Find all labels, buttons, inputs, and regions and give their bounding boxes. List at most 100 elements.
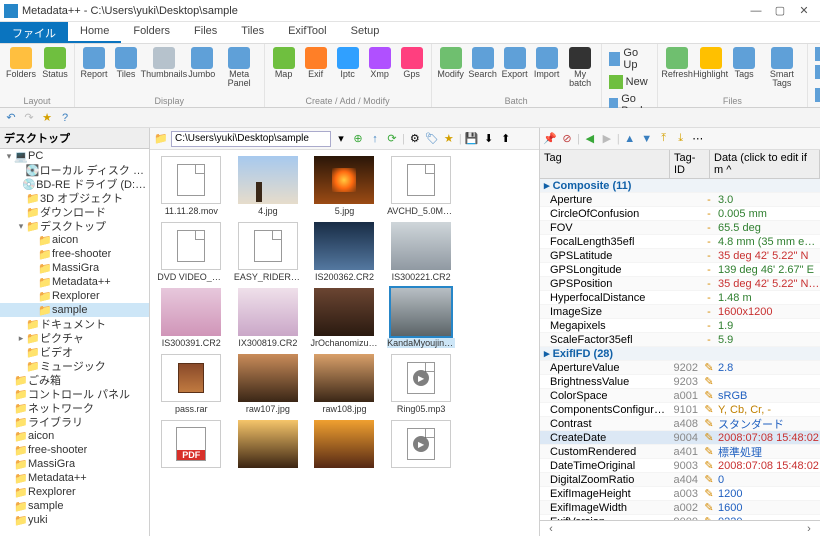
meta-value[interactable]: 35 deg 42' 5.22" N bbox=[716, 250, 820, 262]
meta-value[interactable]: 1600x1200 bbox=[716, 306, 820, 318]
edit-icon[interactable]: - bbox=[702, 306, 716, 318]
thumbnail-item[interactable]: AVCHD_5.0Mbps_AC3... bbox=[384, 156, 459, 216]
make-a-donation-button[interactable]: Make a Donation bbox=[812, 82, 820, 108]
metadata-row[interactable]: Aperture-3.0 bbox=[540, 193, 820, 207]
meta-value[interactable]: 65.5 deg bbox=[716, 222, 820, 234]
thumbnail-item[interactable]: DVD VIDEO_Title1.mkv bbox=[154, 222, 229, 282]
top-icon[interactable]: ⤒ bbox=[657, 132, 671, 146]
tags-button[interactable]: Tags bbox=[729, 46, 759, 80]
tag-icon[interactable]: 🏷 bbox=[425, 132, 439, 146]
tag-column-header[interactable]: Tag bbox=[540, 150, 670, 178]
thumbnail-item[interactable]: 11.11.28.mov bbox=[154, 156, 229, 216]
refresh-icon[interactable]: ⟳ bbox=[385, 132, 399, 146]
tree-node[interactable]: 📁aicon bbox=[0, 233, 149, 247]
thumbnail-item[interactable]: IS300221.CR2 bbox=[384, 222, 459, 282]
meta-value[interactable]: sRGB bbox=[716, 390, 820, 402]
thumbnail-item[interactable]: JrOchanomizuEki.jpg bbox=[307, 288, 382, 348]
edit-icon[interactable]: - bbox=[702, 292, 716, 304]
expand-icon[interactable]: ▾ bbox=[16, 221, 26, 232]
redo-icon[interactable]: ↷ bbox=[22, 111, 36, 125]
edit-icon[interactable]: - bbox=[702, 208, 716, 220]
meta-value[interactable]: 2008:07:08 15:48:02 bbox=[716, 460, 820, 472]
tree-node[interactable]: 📁ライブラリ bbox=[0, 415, 149, 429]
edit-icon[interactable]: ✎ bbox=[702, 473, 716, 486]
tree-node[interactable]: 📁Metadata++ bbox=[0, 471, 149, 485]
meta-value[interactable]: スタンダード bbox=[716, 416, 820, 432]
thumbnail-item[interactable]: IS300391.CR2 bbox=[154, 288, 229, 348]
expand-icon[interactable]: ▸ bbox=[16, 333, 26, 344]
metadata-row[interactable]: ImageSize-1600x1200 bbox=[540, 305, 820, 319]
tree-node[interactable]: 📁ビデオ bbox=[0, 345, 149, 359]
tree-node[interactable]: 📁コントロール パネル bbox=[0, 387, 149, 401]
iptc-button[interactable]: Iptc bbox=[333, 46, 363, 80]
favorite-icon[interactable]: ★ bbox=[40, 111, 54, 125]
tiles-button[interactable]: Tiles bbox=[111, 46, 141, 80]
tree-node[interactable]: 📁ダウンロード bbox=[0, 205, 149, 219]
gps-button[interactable]: Gps bbox=[397, 46, 427, 80]
metadata-row[interactable]: HyperfocalDistance-1.48 m bbox=[540, 291, 820, 305]
tree-node[interactable]: 📁MassiGra bbox=[0, 457, 149, 471]
add-icon[interactable]: ⊕ bbox=[351, 132, 365, 146]
tree-node[interactable]: 📁sample bbox=[0, 499, 149, 513]
thumbnail-item[interactable]: raw108.jpg bbox=[307, 354, 382, 414]
tree-node[interactable]: 📁yuki bbox=[0, 513, 149, 527]
meta-value[interactable]: 2008:07:08 15:48:02 bbox=[716, 432, 820, 444]
meta-value[interactable]: 0 bbox=[716, 474, 820, 486]
metadata-row[interactable]: GPSLongitude-139 deg 46' 2.67" E bbox=[540, 263, 820, 277]
metadata-row[interactable]: GPSPosition-35 deg 42' 5.22" N, 139 bbox=[540, 277, 820, 291]
thumbnail-item[interactable]: pass.rar bbox=[154, 354, 229, 414]
thumbnail-item[interactable]: PDF bbox=[154, 420, 229, 470]
thumbnail-item[interactable]: EASY_RIDER_JAPAN.iso bbox=[231, 222, 306, 282]
forward-icon[interactable]: ▶ bbox=[600, 132, 614, 146]
edit-icon[interactable]: ✎ bbox=[702, 403, 716, 416]
meta-value[interactable]: 1.9 bbox=[716, 320, 820, 332]
ribbon-tab-folders[interactable]: Folders bbox=[121, 22, 182, 43]
chevron-left-icon[interactable]: ‹ bbox=[544, 522, 558, 536]
edit-icon[interactable]: ✎ bbox=[702, 445, 716, 458]
meta-value[interactable]: 1200 bbox=[716, 488, 820, 500]
tree-node[interactable]: 💽ローカル ディスク (C:) bbox=[0, 163, 149, 177]
edit-icon[interactable]: ✎ bbox=[702, 501, 716, 514]
save-icon[interactable]: 💾 bbox=[465, 132, 479, 146]
folder-tree-panel[interactable]: デスクトップ ▾💻PC 💽ローカル ディスク (C:) 💿BD-RE ドライブ … bbox=[0, 128, 150, 536]
meta-value[interactable]: 139 deg 46' 2.67" E bbox=[716, 264, 820, 276]
edit-icon[interactable]: - bbox=[702, 194, 716, 206]
clear-icon[interactable]: ⊘ bbox=[560, 132, 574, 146]
about-button[interactable]: About bbox=[812, 46, 820, 62]
tree-node[interactable]: 📁free-shooter bbox=[0, 247, 149, 261]
tree-node[interactable]: ▸📁ピクチャ bbox=[0, 331, 149, 345]
highlight-button[interactable]: Highlight bbox=[694, 46, 727, 80]
metadata-row[interactable]: BrightnessValue9203✎ bbox=[540, 375, 820, 389]
exif-button[interactable]: Exif bbox=[301, 46, 331, 80]
import-button[interactable]: Import bbox=[532, 46, 562, 80]
edit-icon[interactable]: ✎ bbox=[702, 375, 716, 388]
report-button[interactable]: Report bbox=[79, 46, 109, 80]
metadata-row[interactable]: GPSLatitude-35 deg 42' 5.22" N bbox=[540, 249, 820, 263]
data-column-header[interactable]: Data (click to edit if m ^ bbox=[710, 150, 820, 178]
meta-value[interactable]: 0.005 mm bbox=[716, 208, 820, 220]
metadata-row[interactable]: FocalLength35efl-4.8 mm (35 mm equiva bbox=[540, 235, 820, 249]
thumbnail-item[interactable]: raw107.jpg bbox=[231, 354, 306, 414]
edit-icon[interactable]: ✎ bbox=[702, 361, 716, 374]
jumbo-button[interactable]: Jumbo bbox=[187, 46, 217, 80]
meta-value[interactable]: 1600 bbox=[716, 502, 820, 514]
metadata-row[interactable]: DigitalZoomRatioa404✎0 bbox=[540, 473, 820, 487]
metadata-row[interactable]: FOV-65.5 deg bbox=[540, 221, 820, 235]
tree-node[interactable]: 📁ごみ箱 bbox=[0, 373, 149, 387]
meta-value[interactable]: 標準処理 bbox=[716, 444, 820, 460]
edit-icon[interactable]: ✎ bbox=[702, 459, 716, 472]
tree-node[interactable]: 📁Rexplorer bbox=[0, 485, 149, 499]
folders-button[interactable]: Folders bbox=[4, 46, 38, 80]
thumbnail-item[interactable]: IS200362.CR2 bbox=[307, 222, 382, 282]
ribbon-tab-tiles[interactable]: Tiles bbox=[229, 22, 276, 43]
gear-icon[interactable]: ⚙ bbox=[408, 132, 422, 146]
tree-node[interactable]: 📁Metadata++ bbox=[0, 275, 149, 289]
back-icon[interactable]: ◀ bbox=[583, 132, 597, 146]
metadata-row[interactable]: CircleOfConfusion-0.005 mm bbox=[540, 207, 820, 221]
upload-icon[interactable]: ⬆ bbox=[499, 132, 513, 146]
edit-icon[interactable]: - bbox=[702, 236, 716, 248]
edit-icon[interactable]: - bbox=[702, 334, 716, 346]
tree-node[interactable]: 📁MassiGra bbox=[0, 261, 149, 275]
tree-node[interactable]: 📁sample bbox=[0, 303, 149, 317]
pin-icon[interactable]: 📌 bbox=[543, 132, 557, 146]
